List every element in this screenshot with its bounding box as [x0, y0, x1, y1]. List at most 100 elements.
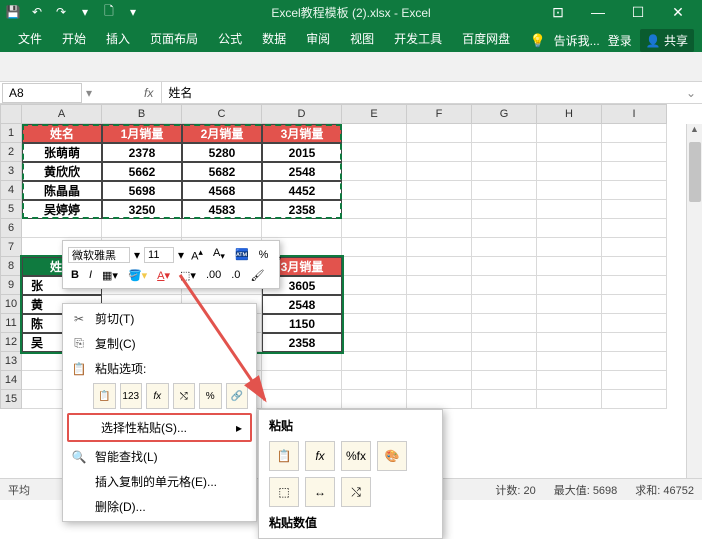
cell[interactable]	[342, 200, 407, 219]
namebox-dropdown-icon[interactable]: ▾	[82, 86, 96, 100]
cell[interactable]	[537, 181, 602, 200]
cell[interactable]	[472, 219, 537, 238]
col-header-C[interactable]: C	[182, 104, 262, 124]
cell[interactable]: 4452	[262, 181, 342, 200]
cell[interactable]: 5280	[182, 143, 262, 162]
paste-opt-transpose[interactable]: ⤭	[173, 383, 196, 409]
minimize-button[interactable]: —	[578, 0, 618, 24]
cell[interactable]	[407, 238, 472, 257]
cell[interactable]	[472, 181, 537, 200]
cell[interactable]	[602, 181, 667, 200]
cell[interactable]	[472, 333, 537, 352]
increase-font-icon[interactable]: A▴	[188, 246, 206, 264]
redo-icon[interactable]: ↷	[54, 5, 68, 19]
cell[interactable]	[407, 143, 472, 162]
tab-file[interactable]: 文件	[8, 25, 52, 52]
percent-icon[interactable]: %	[256, 248, 272, 262]
cell[interactable]: 张萌萌	[22, 143, 102, 162]
cell[interactable]	[602, 333, 667, 352]
cell[interactable]	[472, 371, 537, 390]
cell[interactable]	[262, 219, 342, 238]
cell[interactable]	[342, 143, 407, 162]
paste-opt-all[interactable]: 📋	[93, 383, 116, 409]
cell[interactable]: 2548	[262, 162, 342, 181]
cell[interactable]	[102, 219, 182, 238]
cell[interactable]	[537, 124, 602, 143]
decrease-font-icon[interactable]: A▾	[210, 246, 228, 263]
cell[interactable]: 2358	[262, 333, 342, 352]
paste-opt-link[interactable]: 🔗	[226, 383, 249, 409]
cell[interactable]	[407, 276, 472, 295]
cell[interactable]: 4568	[182, 181, 262, 200]
menu-copy[interactable]: ⎘复制(C)	[63, 331, 256, 356]
cell[interactable]	[472, 295, 537, 314]
vertical-scrollbar[interactable]: ▲	[686, 124, 702, 490]
cell[interactable]	[602, 219, 667, 238]
tab-baidu[interactable]: 百度网盘	[452, 25, 520, 52]
menu-insert-copied[interactable]: 插入复制的单元格(E)...	[63, 469, 256, 494]
cell[interactable]	[472, 390, 537, 409]
row-header-7[interactable]: 7	[0, 238, 22, 257]
cell[interactable]: 姓名	[22, 124, 102, 143]
row-header-9[interactable]: 9	[0, 276, 22, 295]
cell[interactable]: 黄欣欣	[22, 162, 102, 181]
cell[interactable]	[407, 390, 472, 409]
row-header-6[interactable]: 6	[0, 219, 22, 238]
row-header-1[interactable]: 1	[0, 124, 22, 143]
row-header-11[interactable]: 11	[0, 314, 22, 333]
cell[interactable]	[537, 219, 602, 238]
cell[interactable]	[537, 143, 602, 162]
col-header-F[interactable]: F	[407, 104, 472, 124]
cell[interactable]	[537, 314, 602, 333]
row-header-3[interactable]: 3	[0, 162, 22, 181]
menu-delete[interactable]: 删除(D)...	[63, 494, 256, 519]
sub-paste-col-width[interactable]: ↔	[305, 477, 335, 507]
col-header-A[interactable]: A	[22, 104, 102, 124]
row-header-10[interactable]: 10	[0, 295, 22, 314]
cell[interactable]	[472, 124, 537, 143]
cell[interactable]	[342, 295, 407, 314]
sub-paste-all[interactable]: 📋	[269, 441, 299, 471]
cell[interactable]	[602, 200, 667, 219]
cell[interactable]	[342, 162, 407, 181]
undo-icon[interactable]: ↶	[30, 5, 44, 19]
cell[interactable]: 2358	[262, 200, 342, 219]
new-doc-icon[interactable]: 🗋	[102, 5, 116, 19]
login-link[interactable]: 登录	[608, 32, 632, 49]
cell[interactable]	[472, 276, 537, 295]
cell[interactable]: 4583	[182, 200, 262, 219]
format-painter-icon[interactable]: 🖌	[247, 268, 267, 283]
ribbon-options-icon[interactable]: ⊡	[538, 0, 578, 24]
cell[interactable]	[342, 219, 407, 238]
cell[interactable]	[342, 314, 407, 333]
name-box[interactable]	[2, 83, 82, 103]
cell[interactable]	[537, 200, 602, 219]
tab-insert[interactable]: 插入	[96, 25, 140, 52]
cell[interactable]	[407, 333, 472, 352]
cell[interactable]	[602, 371, 667, 390]
cell[interactable]	[407, 314, 472, 333]
merge-icon[interactable]: ⬚▾	[177, 268, 199, 283]
row-header-15[interactable]: 15	[0, 390, 22, 409]
cell[interactable]: 5682	[182, 162, 262, 181]
row-header-8[interactable]: 8	[0, 257, 22, 276]
cell[interactable]	[262, 390, 342, 409]
cell[interactable]: 3月销量	[262, 124, 342, 143]
cell[interactable]	[182, 219, 262, 238]
row-header-13[interactable]: 13	[0, 352, 22, 371]
cell[interactable]	[342, 181, 407, 200]
cell[interactable]: 2378	[102, 143, 182, 162]
cell[interactable]	[472, 257, 537, 276]
maximize-button[interactable]: ☐	[618, 0, 658, 24]
cell[interactable]	[472, 352, 537, 371]
row-header-2[interactable]: 2	[0, 143, 22, 162]
cell[interactable]	[262, 352, 342, 371]
tell-me-icon[interactable]: 💡	[529, 33, 545, 49]
sub-paste-no-border[interactable]: ⬚	[269, 477, 299, 507]
cell[interactable]: 陈晶晶	[22, 181, 102, 200]
cell[interactable]	[472, 200, 537, 219]
cell[interactable]: 5698	[102, 181, 182, 200]
italic-button[interactable]: I	[86, 268, 95, 282]
font-size-input[interactable]	[144, 247, 174, 263]
menu-paste-special[interactable]: 选择性粘贴(S)...▸	[69, 415, 250, 440]
